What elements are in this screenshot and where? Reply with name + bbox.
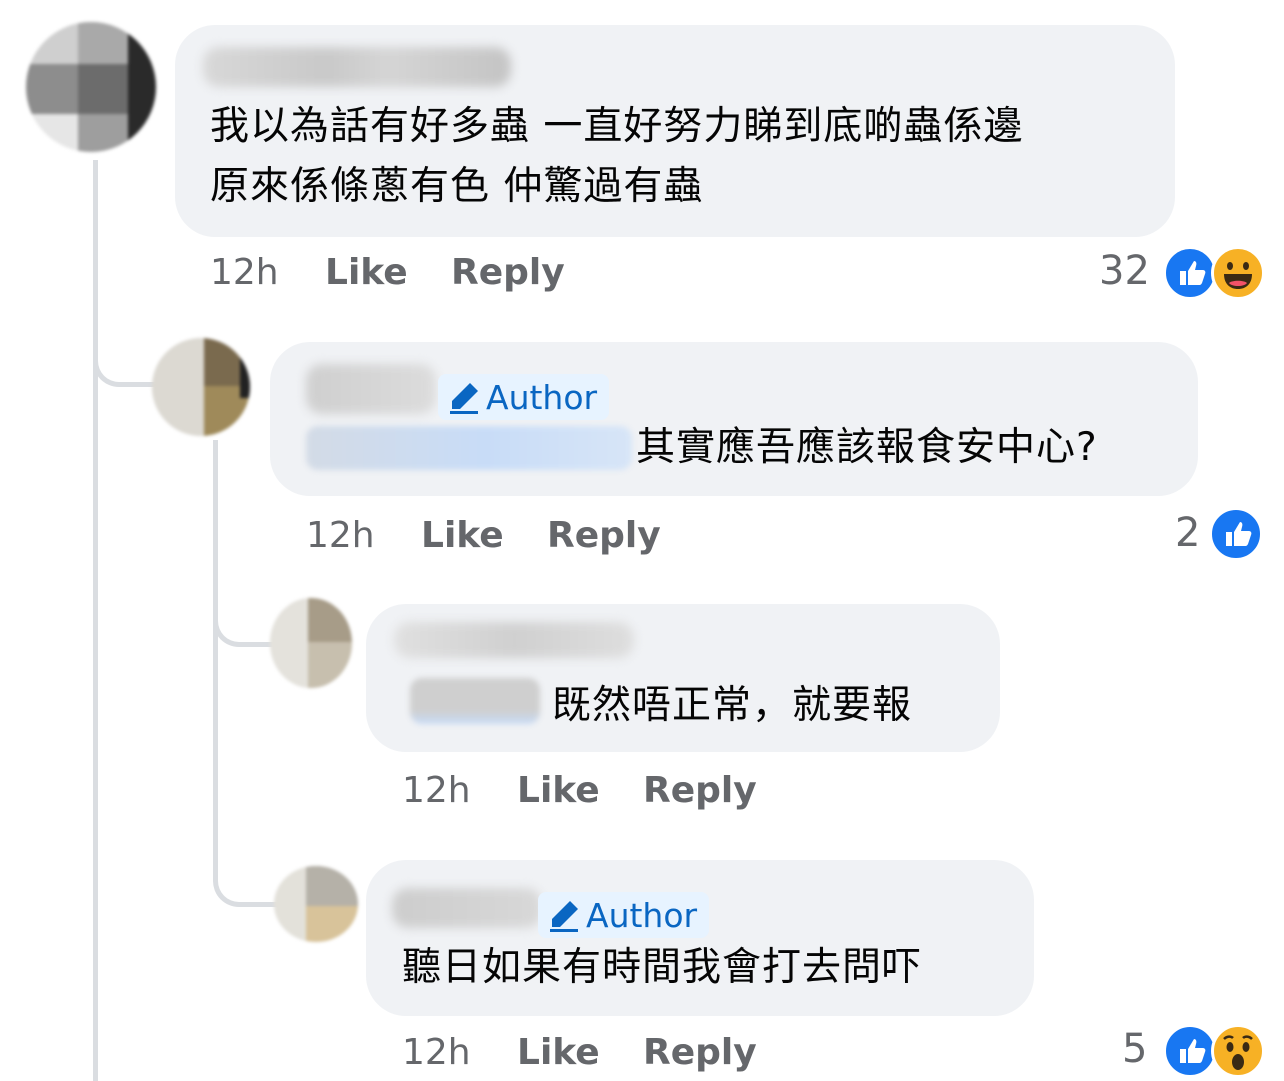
avatar[interactable]: [152, 338, 250, 436]
like-button[interactable]: Like: [325, 252, 408, 293]
thread-connector-reply-3: [213, 640, 278, 907]
avatar[interactable]: [274, 866, 358, 942]
comment-bubble: 我以為話有好多蟲 一直好努力睇到底啲蟲係邊 原來係條蔥有色 仲驚過有蟲: [175, 25, 1175, 237]
author-badge: Author: [438, 374, 610, 420]
like-button[interactable]: Like: [421, 515, 504, 556]
comment-timestamp[interactable]: 12h: [402, 1032, 471, 1073]
comment-text-line-1: 我以為話有好多蟲 一直好努力睇到底啲蟲係邊: [210, 104, 1024, 149]
commenter-name-redacted[interactable]: [203, 47, 511, 87]
comment-text: 聽日如果有時間我會打去問吓: [402, 945, 923, 990]
comment-bubble: Author 聽日如果有時間我會打去問吓: [366, 860, 1034, 1016]
thread-connector-reply-1: [93, 300, 158, 387]
commenter-name-redacted[interactable]: [306, 364, 436, 414]
author-badge-label: Author: [486, 377, 598, 417]
comment-timestamp[interactable]: 12h: [210, 252, 279, 293]
reply-button[interactable]: Reply: [643, 1032, 757, 1073]
reaction-count[interactable]: 2: [1175, 510, 1200, 556]
comment-bubble: 既然唔正常，就要報: [366, 604, 1000, 752]
like-button[interactable]: Like: [517, 1032, 600, 1073]
comment-text: 既然唔正常，就要報: [552, 683, 913, 728]
reply-button[interactable]: Reply: [547, 515, 661, 556]
author-badge: Author: [538, 892, 710, 938]
avatar[interactable]: [26, 22, 156, 152]
like-icon[interactable]: [1209, 507, 1263, 561]
haha-icon[interactable]: [1211, 246, 1265, 300]
author-badge-label: Author: [586, 895, 698, 935]
pencil-icon: [550, 901, 578, 932]
commenter-name-redacted[interactable]: [392, 888, 542, 928]
reply-button[interactable]: Reply: [451, 252, 565, 293]
avatar[interactable]: [270, 598, 352, 688]
comment-text-line-2: 原來係條蔥有色 仲驚過有蟲: [210, 164, 704, 209]
like-icon[interactable]: [1163, 246, 1217, 300]
comment-bubble: Author 其實應吾應該報食安中心?: [270, 342, 1198, 496]
mention-tag-redacted[interactable]: [410, 678, 540, 724]
like-icon[interactable]: [1163, 1024, 1217, 1078]
comment-timestamp[interactable]: 12h: [402, 770, 471, 811]
mention-tag-redacted[interactable]: [306, 426, 632, 470]
commenter-name-redacted[interactable]: [394, 622, 634, 658]
reaction-count[interactable]: 5: [1122, 1026, 1147, 1072]
reply-button[interactable]: Reply: [643, 770, 757, 811]
thread-line-main: [93, 160, 98, 1081]
comment-timestamp[interactable]: 12h: [306, 515, 375, 556]
pencil-icon: [450, 383, 478, 414]
reaction-count[interactable]: 32: [1099, 248, 1150, 294]
like-button[interactable]: Like: [517, 770, 600, 811]
comment-text: 其實應吾應該報食安中心?: [636, 425, 1098, 470]
thread-connector-reply-2: [213, 560, 276, 647]
wow-icon[interactable]: [1211, 1024, 1265, 1078]
